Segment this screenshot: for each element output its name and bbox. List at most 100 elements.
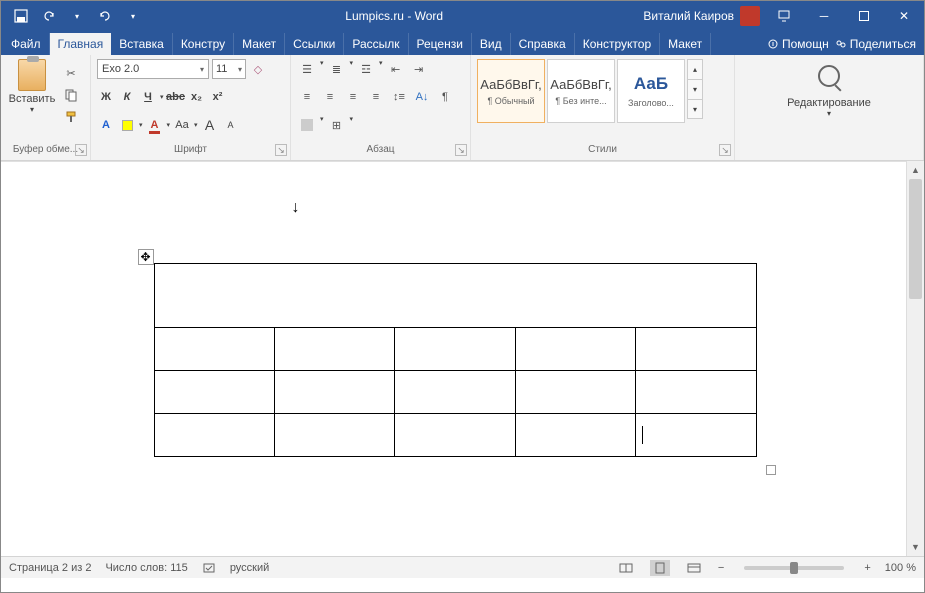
- table-cell[interactable]: [274, 328, 394, 371]
- tab-references[interactable]: Ссылки: [285, 33, 344, 55]
- table-row[interactable]: [154, 371, 756, 414]
- style-heading1[interactable]: АаБ Заголово...: [617, 59, 685, 123]
- highlight-button[interactable]: [118, 115, 136, 135]
- redo-icon[interactable]: [93, 4, 117, 28]
- scroll-track[interactable]: [907, 179, 924, 538]
- table-cell[interactable]: [395, 414, 515, 457]
- ribbon-options-icon[interactable]: [764, 1, 804, 31]
- page-indicator[interactable]: Страница 2 из 2: [9, 562, 91, 574]
- tab-review[interactable]: Рецензи: [409, 33, 472, 55]
- style-expand-icon[interactable]: ▾: [687, 99, 703, 119]
- table-cell[interactable]: [154, 371, 274, 414]
- minimize-icon[interactable]: ─: [804, 1, 844, 31]
- shrink-font-button[interactable]: A: [222, 115, 240, 135]
- tab-mailings[interactable]: Рассылк: [344, 33, 408, 55]
- superscript-button[interactable]: x²: [209, 87, 227, 107]
- zoom-out-button[interactable]: −: [718, 562, 724, 574]
- font-size-combo[interactable]: 11▾: [212, 59, 246, 79]
- style-scroll-up-icon[interactable]: ▴: [687, 59, 703, 79]
- zoom-slider-handle[interactable]: [790, 562, 798, 574]
- scroll-down-icon[interactable]: ▼: [907, 538, 924, 556]
- zoom-level[interactable]: 100 %: [885, 562, 916, 574]
- scroll-up-icon[interactable]: ▲: [907, 161, 924, 179]
- tab-layout[interactable]: Макет: [234, 33, 285, 55]
- decrease-indent-button[interactable]: ⇤: [386, 59, 406, 79]
- chevron-down-icon[interactable]: ▾: [379, 59, 383, 79]
- format-painter-icon[interactable]: [61, 109, 81, 125]
- undo-icon[interactable]: [37, 4, 61, 28]
- cut-icon[interactable]: ✂: [61, 65, 81, 81]
- align-right-button[interactable]: ≡: [343, 87, 363, 107]
- copy-icon[interactable]: [61, 87, 81, 103]
- sort-button[interactable]: A↓: [412, 87, 432, 107]
- bold-button[interactable]: Ж: [97, 87, 115, 107]
- table-cell[interactable]: [636, 328, 756, 371]
- table-cell[interactable]: [515, 371, 635, 414]
- justify-button[interactable]: ≡: [366, 87, 386, 107]
- tab-file[interactable]: Файл: [3, 33, 50, 55]
- tab-table-design[interactable]: Конструктор: [575, 33, 660, 55]
- tab-home[interactable]: Главная: [50, 33, 112, 55]
- font-launcher-icon[interactable]: ↘: [275, 144, 287, 156]
- grow-font-button[interactable]: A: [201, 115, 219, 135]
- share-button[interactable]: Поделиться: [835, 37, 916, 51]
- italic-button[interactable]: К: [118, 87, 136, 107]
- table-cell[interactable]: [154, 328, 274, 371]
- close-icon[interactable]: ✕: [884, 1, 924, 31]
- tab-help[interactable]: Справка: [511, 33, 575, 55]
- underline-button[interactable]: Ч: [139, 87, 157, 107]
- table-cell[interactable]: [274, 371, 394, 414]
- show-marks-button[interactable]: ¶: [435, 87, 455, 107]
- maximize-icon[interactable]: [844, 1, 884, 31]
- table-cell[interactable]: [636, 414, 756, 457]
- font-name-combo[interactable]: Exo 2.0▾: [97, 59, 209, 79]
- chevron-down-icon[interactable]: ▾: [160, 93, 164, 101]
- tab-view[interactable]: Вид: [472, 33, 511, 55]
- style-normal[interactable]: АаБбВвГг, ¶ Обычный: [477, 59, 545, 123]
- chevron-down-icon[interactable]: ▾: [194, 121, 198, 129]
- tab-insert[interactable]: Вставка: [111, 33, 173, 55]
- table-cell[interactable]: [395, 328, 515, 371]
- chevron-down-icon[interactable]: ▾: [167, 121, 171, 129]
- spellcheck-icon[interactable]: [202, 561, 216, 575]
- tell-me[interactable]: Помощн: [767, 37, 829, 51]
- document-table[interactable]: [154, 263, 757, 457]
- table-cell[interactable]: [515, 414, 635, 457]
- line-spacing-button[interactable]: ↕≡: [389, 87, 409, 107]
- save-icon[interactable]: [9, 4, 33, 28]
- word-count[interactable]: Число слов: 115: [105, 562, 187, 574]
- table-cell[interactable]: [515, 328, 635, 371]
- table-cell[interactable]: [636, 371, 756, 414]
- zoom-slider[interactable]: [744, 566, 844, 570]
- shading-button[interactable]: [297, 115, 317, 135]
- editing-button[interactable]: Редактирование ▾: [787, 59, 871, 118]
- user-area[interactable]: Виталий Каиров: [643, 6, 764, 26]
- zoom-in-button[interactable]: +: [864, 562, 870, 574]
- qat-more-icon[interactable]: ▾: [121, 4, 145, 28]
- clipboard-launcher-icon[interactable]: ↘: [75, 144, 87, 156]
- table-row[interactable]: [154, 264, 756, 328]
- table-cell[interactable]: [274, 414, 394, 457]
- paste-button[interactable]: Вставить ▾: [7, 59, 57, 114]
- numbering-button[interactable]: ≣: [327, 59, 347, 79]
- paragraph-launcher-icon[interactable]: ↘: [455, 144, 467, 156]
- borders-button[interactable]: ⊞: [327, 115, 347, 135]
- increase-indent-button[interactable]: ⇥: [409, 59, 429, 79]
- chevron-down-icon[interactable]: ▾: [350, 59, 354, 79]
- table-move-handle[interactable]: ✥: [138, 249, 154, 265]
- tab-marker-icon[interactable]: ↓: [292, 199, 300, 217]
- chevron-down-icon[interactable]: ▾: [350, 115, 354, 135]
- vertical-scrollbar[interactable]: ▲ ▼: [906, 161, 924, 556]
- strikethrough-button[interactable]: abc: [167, 87, 185, 107]
- text-effects-button[interactable]: A: [97, 115, 115, 135]
- chevron-down-icon[interactable]: ▾: [320, 115, 324, 135]
- subscript-button[interactable]: x₂: [188, 87, 206, 107]
- read-mode-icon[interactable]: [616, 560, 636, 576]
- tab-design[interactable]: Констру: [173, 33, 234, 55]
- table-row[interactable]: [154, 414, 756, 457]
- styles-launcher-icon[interactable]: ↘: [719, 144, 731, 156]
- clear-format-button[interactable]: ◇: [249, 59, 267, 79]
- align-left-button[interactable]: ≡: [297, 87, 317, 107]
- style-nospacing[interactable]: АаБбВвГг, ¶ Без инте...: [547, 59, 615, 123]
- align-center-button[interactable]: ≡: [320, 87, 340, 107]
